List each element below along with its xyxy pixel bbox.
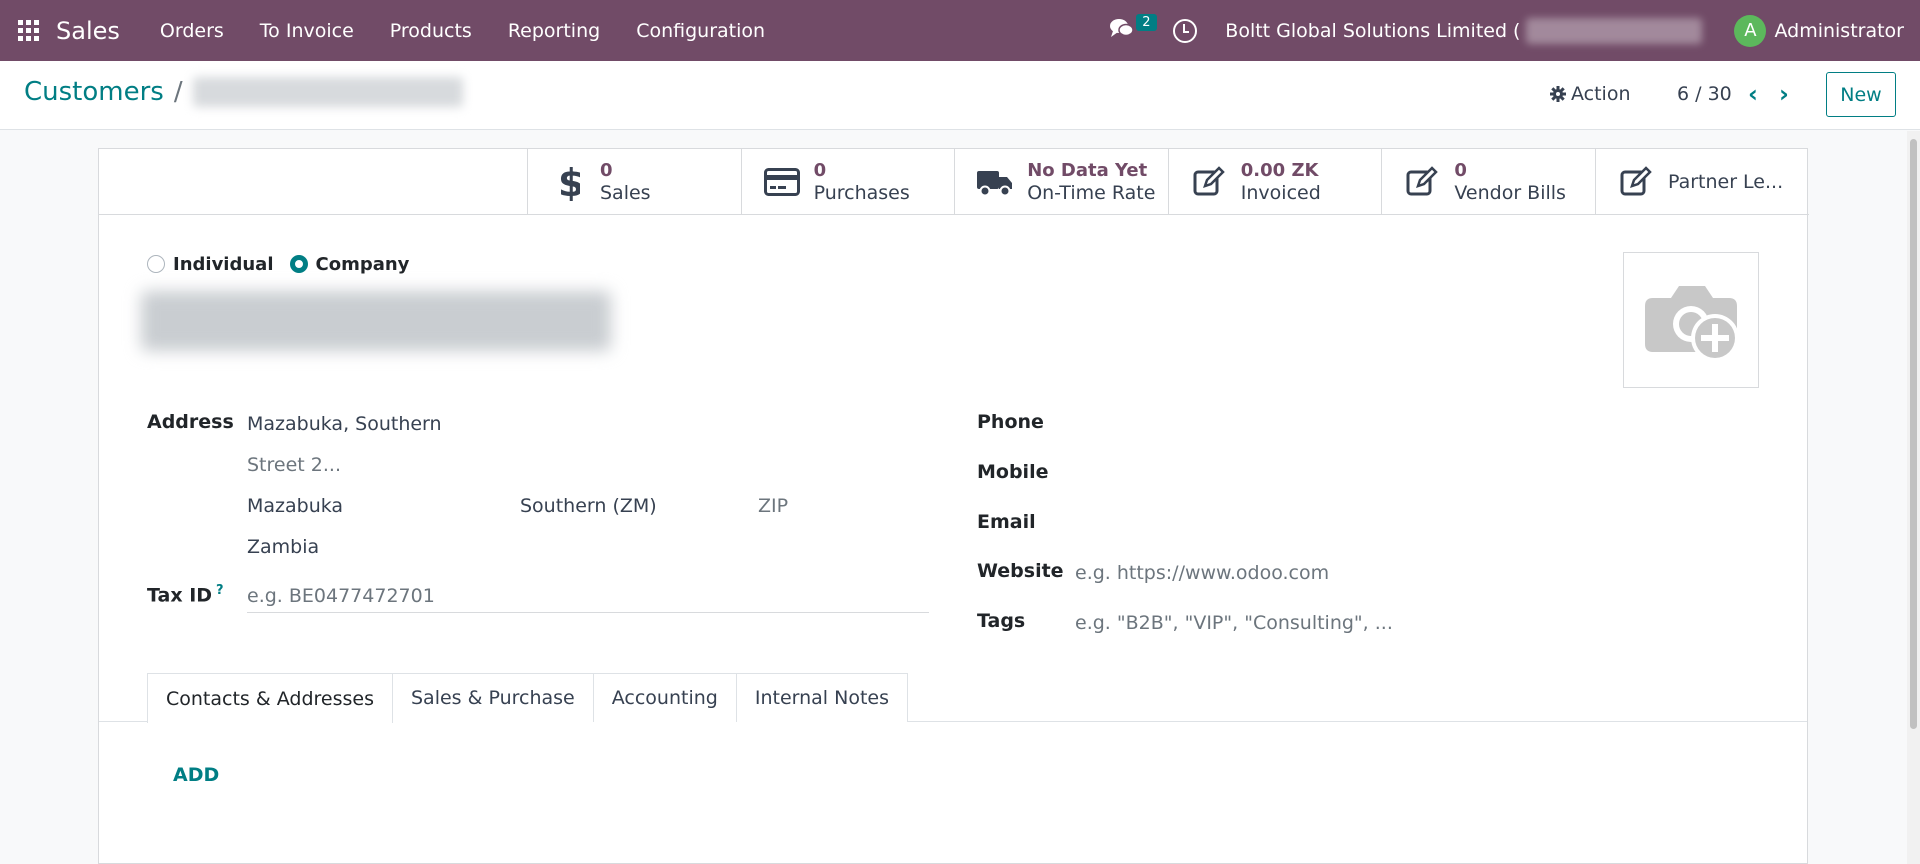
stat-vendor-bills-button[interactable]: 0 Vendor Bills	[1381, 149, 1595, 215]
menu-reporting[interactable]: Reporting	[508, 20, 600, 42]
chat-count-badge: 2	[1136, 13, 1157, 31]
tab-contacts-addresses[interactable]: Contacts & Addresses	[147, 673, 393, 723]
breadcrumb-record-redacted	[192, 77, 463, 107]
partner-name-redacted[interactable]	[141, 291, 611, 351]
individual-radio[interactable]	[147, 255, 165, 273]
city-field[interactable]: Mazabuka	[247, 495, 343, 517]
truck-icon	[975, 162, 1015, 202]
tab-internal-notes[interactable]: Internal Notes	[735, 673, 908, 722]
street2-field[interactable]: Street 2...	[247, 454, 341, 476]
pager-previous-icon[interactable]: ‹	[1743, 80, 1763, 108]
stat-ontime-value: No Data Yet	[1027, 160, 1148, 181]
stat-invoiced-value: 0.00 ZK	[1240, 160, 1319, 181]
smart-buttons: $ 0 Sales 0 Purchases No Data Yet On-Time R…	[527, 149, 1809, 215]
stat-partner-ledger-label: Partner Le...	[1667, 171, 1784, 193]
email-label: Email	[977, 511, 1036, 533]
camera-add-icon	[1645, 286, 1739, 362]
statbar-spacer	[99, 149, 527, 215]
menu-to-invoice[interactable]: To Invoice	[260, 20, 354, 42]
street-field[interactable]: Mazabuka, Southern	[247, 413, 442, 435]
menu-products[interactable]: Products	[390, 20, 472, 42]
user-menu[interactable]: Administrator	[1774, 20, 1904, 42]
breadcrumb: Customers /	[24, 77, 463, 107]
new-button[interactable]: New	[1826, 72, 1896, 117]
breadcrumb-separator: /	[173, 77, 183, 107]
mobile-label: Mobile	[977, 461, 1049, 483]
control-panel: Customers / Action 6 / 30 ‹ › New	[0, 61, 1920, 130]
stat-vendor-bills-label: Vendor Bills	[1454, 182, 1566, 204]
dollar-icon: $	[548, 162, 588, 202]
notebook-tabs: Contacts & Addresses Sales & Purchase Ac…	[147, 673, 908, 723]
individual-label[interactable]: Individual	[173, 254, 274, 275]
svg-text:$: $	[558, 163, 580, 201]
pager-value[interactable]: 6 / 30	[1677, 83, 1732, 105]
credit-card-icon	[762, 162, 802, 202]
menu-configuration[interactable]: Configuration	[636, 20, 765, 42]
state-field[interactable]: Southern (ZM)	[520, 495, 657, 517]
stat-sales-button[interactable]: $ 0 Sales	[527, 149, 741, 215]
scrollbar-thumb[interactable]	[1910, 139, 1917, 729]
tags-label: Tags	[977, 610, 1026, 632]
company-label[interactable]: Company	[316, 254, 410, 275]
stat-vendor-bills-value: 0	[1454, 160, 1467, 181]
stat-purchases-value: 0	[813, 160, 827, 181]
edit-icon	[1402, 162, 1442, 202]
top-navbar: Sales Orders To Invoice Products Reporti…	[0, 0, 1920, 61]
activity-clock-icon[interactable]	[1173, 18, 1198, 43]
tax-id-field[interactable]: e.g. BE0477472701	[247, 585, 435, 607]
edit-icon	[1189, 162, 1229, 202]
help-icon[interactable]: ?	[216, 583, 224, 598]
pager-next-icon[interactable]: ›	[1774, 80, 1794, 108]
stat-purchases-button[interactable]: 0 Purchases	[740, 149, 955, 215]
stat-partner-ledger-button[interactable]: Partner Le...	[1594, 149, 1809, 215]
add-contact-button[interactable]: ADD	[173, 764, 219, 786]
stat-sales-label: Sales	[600, 182, 651, 204]
stat-invoiced-button[interactable]: 0.00 ZK Invoiced	[1167, 149, 1382, 215]
company-switcher[interactable]: Boltt Global Solutions Limited (	[1225, 20, 1520, 42]
address-label: Address	[147, 411, 234, 433]
stat-purchases-label: Purchases	[813, 182, 910, 204]
image-upload[interactable]	[1623, 252, 1759, 388]
breadcrumb-customers[interactable]: Customers	[24, 77, 164, 107]
chat-icon[interactable]: 2	[1109, 13, 1157, 46]
stat-ontime-label: On-Time Rate	[1027, 182, 1156, 204]
company-type-selector: Individual Company	[147, 253, 425, 275]
scrollbar[interactable]	[1907, 131, 1920, 864]
app-menu-icon[interactable]	[0, 0, 56, 61]
company-name-redacted	[1526, 17, 1703, 44]
company-radio[interactable]	[289, 255, 308, 273]
menu-orders[interactable]: Orders	[160, 20, 224, 42]
tax-id-label: Tax ID?	[147, 583, 224, 606]
tax-id-label-text: Tax ID	[147, 584, 213, 607]
phone-label: Phone	[977, 411, 1044, 433]
website-label: Website	[977, 560, 1064, 582]
tags-field[interactable]: e.g. "B2B", "VIP", "Consulting", ...	[1075, 612, 1393, 634]
stat-invoiced-label: Invoiced	[1240, 182, 1321, 204]
zip-field[interactable]: ZIP	[758, 495, 788, 517]
edit-icon	[1616, 162, 1656, 202]
stat-ontime-button[interactable]: No Data Yet On-Time Rate	[954, 149, 1168, 215]
stat-sales-value: 0	[600, 160, 613, 181]
gear-icon	[1550, 86, 1566, 102]
action-button[interactable]: Action	[1550, 83, 1631, 105]
country-field[interactable]: Zambia	[247, 536, 319, 558]
tax-id-underline	[247, 612, 929, 613]
tab-sales-purchase[interactable]: Sales & Purchase	[391, 673, 594, 722]
avatar[interactable]: A	[1734, 14, 1767, 47]
website-field[interactable]: e.g. https://www.odoo.com	[1075, 562, 1329, 584]
action-label: Action	[1571, 83, 1631, 105]
tab-accounting[interactable]: Accounting	[592, 673, 737, 722]
app-name[interactable]: Sales	[56, 17, 120, 45]
form-sheet: $ 0 Sales 0 Purchases No Data Yet On-Time R…	[98, 148, 1809, 864]
